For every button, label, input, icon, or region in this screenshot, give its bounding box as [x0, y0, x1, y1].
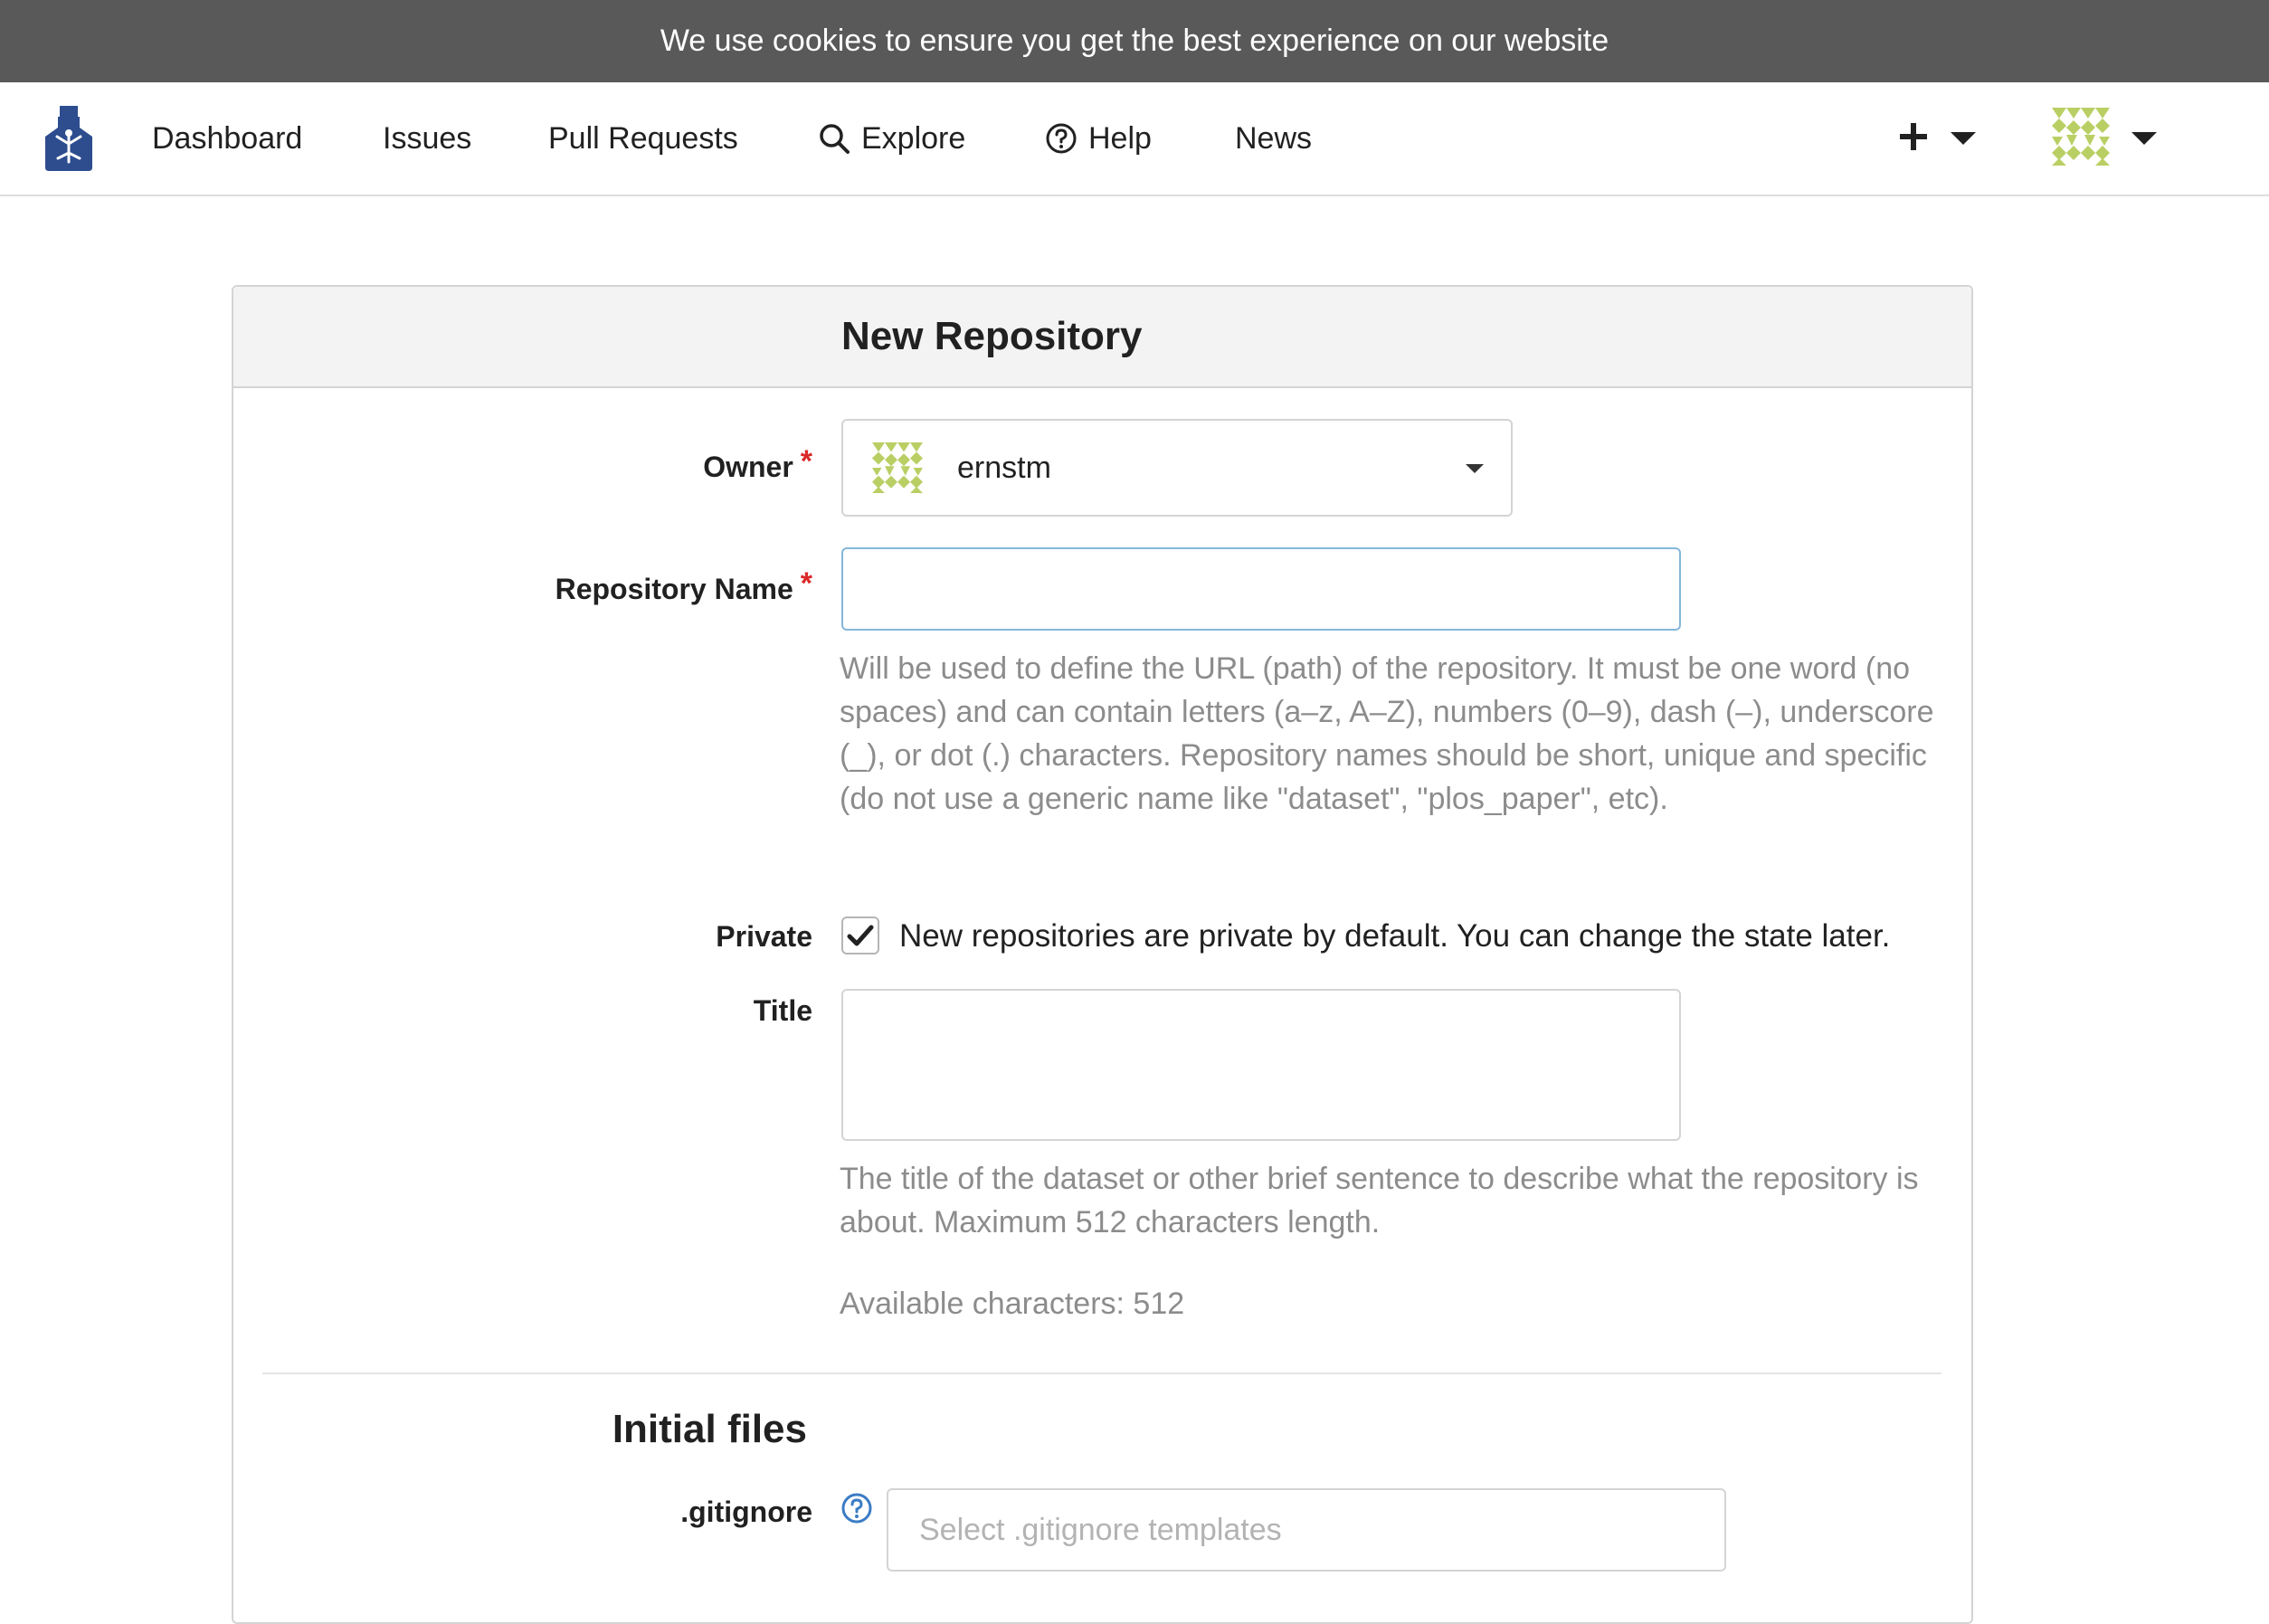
- title-textarea[interactable]: [841, 989, 1681, 1141]
- user-menu-dropdown[interactable]: [2052, 82, 2157, 195]
- private-checkbox-label: New repositories are private by default.…: [899, 918, 1891, 954]
- private-checkbox[interactable]: [841, 916, 879, 954]
- new-repository-form: New Repository Owner * ernstm Repository …: [232, 285, 1973, 1624]
- top-navbar: Dashboard Issues Pull Requests Explore H…: [0, 82, 2269, 196]
- nav-help[interactable]: Help: [1045, 82, 1152, 195]
- nav-explore[interactable]: Explore: [818, 82, 965, 195]
- cookie-banner: We use cookies to ensure you get the bes…: [0, 0, 2269, 82]
- plus-icon: [1898, 121, 1929, 157]
- owner-value: ernstm: [957, 450, 1051, 485]
- owner-label: Owner *: [233, 444, 812, 485]
- owner-label-text: Owner: [703, 451, 793, 483]
- divider: [262, 1372, 1941, 1374]
- search-icon: [818, 122, 850, 155]
- question-circle-icon: [1045, 122, 1078, 155]
- gitignore-placeholder: Select .gitignore templates: [919, 1512, 1282, 1547]
- nav-pull-requests-label: Pull Requests: [548, 120, 738, 156]
- gitignore-select[interactable]: Select .gitignore templates: [887, 1488, 1726, 1572]
- nav-dashboard[interactable]: Dashboard: [152, 82, 302, 195]
- gitignore-label: .gitignore: [680, 1496, 812, 1528]
- private-label: Private: [716, 920, 812, 953]
- checkmark-icon: [847, 925, 874, 946]
- owner-avatar: [872, 442, 923, 493]
- create-new-dropdown[interactable]: [1898, 82, 1976, 195]
- title-label: Title: [753, 994, 812, 1027]
- nav-pull-requests[interactable]: Pull Requests: [548, 82, 738, 195]
- nav-help-label: Help: [1088, 120, 1152, 156]
- cookie-banner-text: We use cookies to ensure you get the bes…: [660, 24, 1609, 58]
- nav-news[interactable]: News: [1235, 82, 1312, 195]
- title-help: The title of the dataset or other brief …: [840, 1162, 1919, 1239]
- required-mark: *: [800, 566, 812, 601]
- initial-files-heading: Initial files: [612, 1407, 807, 1451]
- repo-name-input[interactable]: [841, 547, 1681, 631]
- chevron-down-icon: [1951, 132, 1976, 145]
- chevron-down-icon: [1466, 464, 1484, 473]
- form-header: New Repository: [233, 287, 1971, 388]
- repo-name-label: Repository Name *: [233, 566, 812, 607]
- chevron-down-icon: [2131, 132, 2157, 145]
- repo-name-label-text: Repository Name: [555, 573, 793, 605]
- gin-logo-icon[interactable]: [42, 106, 96, 171]
- owner-select[interactable]: ernstm: [841, 419, 1513, 517]
- nav-dashboard-label: Dashboard: [152, 120, 303, 156]
- repo-name-help: Will be used to define the URL (path) of…: [840, 651, 1934, 816]
- nav-issues[interactable]: Issues: [383, 82, 471, 195]
- required-mark: *: [800, 444, 812, 479]
- question-circle-icon[interactable]: [840, 1492, 873, 1524]
- nav-issues-label: Issues: [383, 120, 472, 156]
- available-characters: Available characters: 512: [840, 1287, 1185, 1321]
- avatar: [2052, 107, 2110, 170]
- page-title: New Repository: [841, 314, 1143, 358]
- nav-explore-label: Explore: [861, 120, 966, 156]
- nav-news-label: News: [1235, 120, 1313, 156]
